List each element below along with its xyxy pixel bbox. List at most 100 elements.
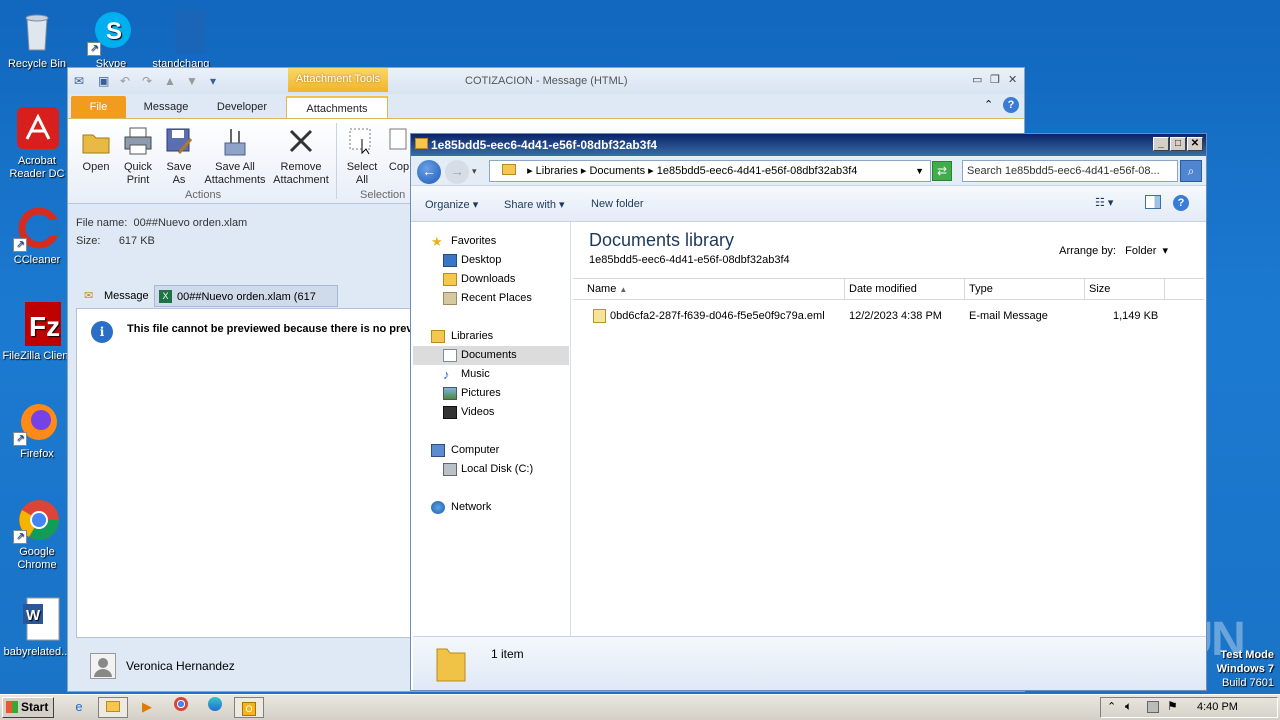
save-icon[interactable]: ▣: [98, 74, 109, 88]
column-type[interactable]: Type: [965, 279, 1085, 299]
network-tray-icon[interactable]: [1147, 701, 1159, 713]
breadcrumb-libraries[interactable]: Libraries: [536, 165, 578, 177]
show-hidden-icons-icon[interactable]: ⌃: [1107, 700, 1116, 713]
desktop-icon-chrome[interactable]: ↗ Google Chrome: [0, 496, 74, 572]
maximize-button[interactable]: □: [1170, 137, 1186, 151]
desktop-icon-skype[interactable]: S ↗ Skype: [74, 8, 148, 71]
preview-tab-attachment[interactable]: X 00##Nuevo orden.xlam (617 KB): [154, 285, 338, 325]
desktop-icon-label: babyrelated...: [3, 646, 71, 658]
arrange-by-dropdown[interactable]: Folder ▾: [1125, 245, 1168, 257]
back-button[interactable]: ←: [417, 160, 441, 184]
column-size[interactable]: Size: [1085, 279, 1165, 299]
save-all-attachments-button[interactable]: Save All Attachments: [202, 125, 268, 187]
tab-attachments[interactable]: Attachments: [286, 96, 388, 118]
nav-recent-places[interactable]: Recent Places: [413, 289, 569, 308]
nav-libraries[interactable]: Libraries: [413, 327, 569, 346]
help-icon[interactable]: ?: [1003, 97, 1019, 113]
customize-toolbar-icon[interactable]: ▾: [210, 74, 216, 88]
nav-documents[interactable]: Documents: [413, 346, 569, 365]
desktop-icon-firefox[interactable]: ↗ Firefox: [0, 398, 74, 461]
preview-tab-message[interactable]: ✉ Message: [82, 285, 154, 307]
change-view-icon[interactable]: ☷ ▾: [1095, 196, 1113, 209]
group-selection-label: Selection: [360, 189, 406, 201]
taskbar-outlook-icon[interactable]: O: [234, 697, 264, 718]
breadcrumb-documents[interactable]: Documents: [589, 165, 645, 177]
desktop-icon-recycle-bin[interactable]: Recycle Bin: [0, 8, 74, 71]
taskbar-explorer-icon[interactable]: [98, 697, 128, 718]
copy-button[interactable]: Cop: [386, 125, 412, 174]
taskbar-chrome-icon[interactable]: [166, 697, 196, 718]
new-folder-button[interactable]: New folder: [591, 198, 644, 210]
avatar[interactable]: [90, 653, 116, 679]
ribbon-divider: [336, 123, 337, 199]
ribbon-tabs: File Message Developer Attachments ⌃ ?: [68, 94, 1024, 118]
nav-network[interactable]: Network: [413, 498, 569, 517]
open-button[interactable]: Open: [76, 125, 116, 174]
start-button[interactable]: Start: [2, 697, 54, 718]
down-arrow-icon[interactable]: ▼: [186, 74, 198, 88]
column-date-modified[interactable]: Date modified: [845, 279, 965, 299]
organize-button[interactable]: Organize ▾: [425, 198, 478, 211]
save-as-button[interactable]: Save As: [161, 125, 197, 187]
videos-icon: [443, 406, 457, 419]
search-icon[interactable]: ⌕: [1180, 160, 1202, 182]
explorer-toolbar: Organize ▾ Share with ▾ New folder ☷ ▾ ?: [411, 186, 1206, 222]
taskbar-edge-icon[interactable]: [200, 697, 230, 718]
tab-developer[interactable]: Developer: [208, 96, 276, 118]
file-name: 0bd6cfa2-287f-f639-d046-f5e5e0f9c79a.eml: [610, 310, 825, 322]
column-name[interactable]: Name ▲: [573, 279, 845, 299]
nav-downloads[interactable]: Downloads: [413, 270, 569, 289]
tab-message[interactable]: Message: [134, 96, 198, 118]
preview-pane-icon[interactable]: [1145, 195, 1161, 209]
up-arrow-icon[interactable]: ▲: [164, 74, 176, 88]
redo-icon[interactable]: ↷: [142, 74, 152, 88]
action-center-flag-icon[interactable]: ⚑: [1167, 699, 1178, 713]
breadcrumb[interactable]: ▸ Libraries ▸ Documents ▸ 1e85bdd5-eec6-…: [489, 160, 931, 182]
nav-music[interactable]: ♪ Music: [413, 365, 569, 384]
remove-attachment-button[interactable]: Remove Attachment: [270, 125, 332, 187]
desktop-icon-filezilla[interactable]: Fz FileZilla Client: [0, 300, 74, 363]
share-with-button[interactable]: Share with ▾: [504, 198, 565, 211]
sender-name[interactable]: Veronica Hernandez: [126, 659, 235, 673]
search-input[interactable]: Search 1e85bdd5-eec6-4d41-e56f-08...: [962, 160, 1178, 182]
taskbar-ie-icon[interactable]: e: [64, 697, 94, 718]
clock[interactable]: 4:40 PM: [1197, 701, 1238, 713]
nav-videos[interactable]: Videos: [413, 403, 569, 422]
desktop-icon-acrobat[interactable]: Acrobat Reader DC: [0, 105, 74, 181]
skype-icon: S ↗: [87, 8, 135, 56]
save-as-icon: [163, 125, 195, 157]
close-button[interactable]: ✕: [1008, 73, 1017, 86]
nav-computer[interactable]: Computer: [413, 441, 569, 460]
maximize-button[interactable]: ❐: [990, 73, 1000, 86]
refresh-button[interactable]: ⇄: [932, 161, 952, 181]
collapse-ribbon-icon[interactable]: ⌃: [984, 98, 993, 111]
recycle-bin-icon: [13, 8, 61, 56]
help-icon[interactable]: ?: [1173, 195, 1189, 211]
nav-desktop[interactable]: Desktop: [413, 251, 569, 270]
recent-pages-chevron-icon[interactable]: ▾: [472, 166, 477, 177]
computer-icon: [431, 444, 445, 457]
nav-pictures[interactable]: Pictures: [413, 384, 569, 403]
close-button[interactable]: ✕: [1187, 137, 1203, 151]
attachment-tools-context-label: Attachment Tools: [288, 68, 388, 92]
desktop-icon-label: Google Chrome: [17, 546, 57, 571]
desktop-icon-ccleaner[interactable]: ↗ CCleaner: [0, 204, 74, 267]
address-dropdown-icon[interactable]: ▼: [915, 161, 924, 181]
file-row[interactable]: 0bd6cfa2-287f-f639-d046-f5e5e0f9c79a.eml…: [573, 306, 1204, 326]
nav-local-disk[interactable]: Local Disk (C:): [413, 460, 569, 479]
desktop-icon-standchang[interactable]: standchang: [144, 8, 221, 71]
select-all-button[interactable]: Select All: [344, 125, 380, 187]
volume-icon[interactable]: 🔈︎: [1125, 699, 1132, 714]
desktop-icon-babyrelated[interactable]: W babyrelated...: [0, 596, 74, 659]
hard-drive-icon: [443, 463, 457, 476]
minimize-button[interactable]: ▭: [972, 73, 982, 86]
svg-text:W: W: [26, 607, 41, 624]
tab-file[interactable]: File: [71, 96, 126, 118]
minimize-button[interactable]: _: [1153, 137, 1169, 151]
quick-print-button[interactable]: Quick Print: [118, 125, 158, 187]
undo-icon[interactable]: ↶: [120, 74, 130, 88]
nav-favorites[interactable]: ★ Favorites: [413, 232, 569, 251]
taskbar-media-player-icon[interactable]: ▶: [132, 697, 162, 718]
forward-button[interactable]: →: [445, 160, 469, 184]
breadcrumb-folder[interactable]: 1e85bdd5-eec6-4d41-e56f-08dbf32ab3f4: [657, 165, 858, 177]
